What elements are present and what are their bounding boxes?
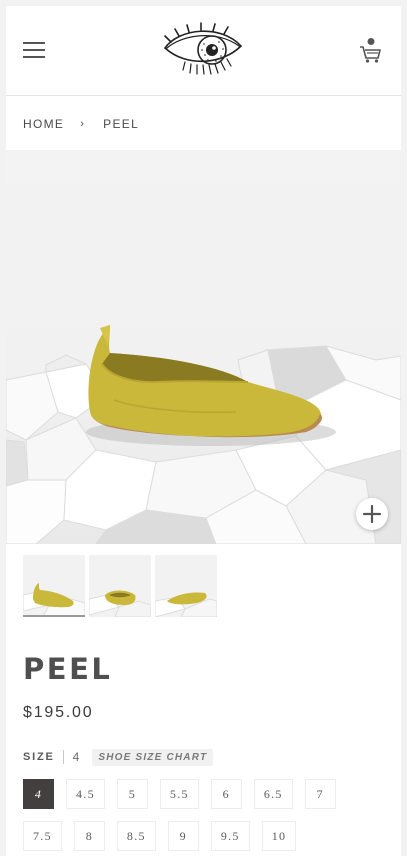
- size-selected-value: 4: [72, 750, 80, 764]
- product-price: $195.00: [23, 704, 94, 721]
- thumbnail-strip: [23, 555, 217, 617]
- size-option[interactable]: 9.5: [210, 821, 250, 851]
- thumbnail-3[interactable]: [155, 555, 217, 617]
- size-option[interactable]: 8.5: [116, 821, 156, 851]
- size-option[interactable]: 6.5: [253, 779, 293, 809]
- size-option[interactable]: 7.5: [23, 821, 62, 851]
- shopping-cart-icon[interactable]: [358, 38, 382, 64]
- breadcrumb-separator: ›: [80, 118, 86, 130]
- eye-logo-icon[interactable]: [161, 22, 247, 78]
- size-option[interactable]: 5.5: [159, 779, 199, 809]
- thumbnail-1[interactable]: [23, 555, 85, 617]
- size-option[interactable]: 5: [116, 779, 148, 809]
- size-divider: [62, 750, 64, 764]
- zoom-button[interactable]: [356, 498, 388, 530]
- size-option[interactable]: 10: [261, 821, 297, 851]
- thumbnail-2[interactable]: [89, 555, 151, 617]
- hamburger-menu-icon[interactable]: [23, 42, 45, 58]
- product-title: PEEL: [23, 652, 113, 686]
- product-page: HOME › PEEL PEEL $195.00 SIZE 4 SHOE SIZ…: [6, 6, 401, 856]
- size-option[interactable]: 4: [23, 779, 54, 809]
- size-option[interactable]: 7: [304, 779, 336, 809]
- size-option[interactable]: 8: [73, 821, 105, 851]
- size-option[interactable]: 4.5: [66, 779, 105, 809]
- breadcrumb-home-link[interactable]: HOME: [23, 117, 64, 131]
- breadcrumb-current: PEEL: [103, 117, 140, 131]
- product-main-image[interactable]: [6, 150, 401, 544]
- size-option[interactable]: 9: [167, 821, 199, 851]
- size-header: SIZE 4 SHOE SIZE CHART: [23, 748, 214, 766]
- size-option[interactable]: 6: [210, 779, 242, 809]
- plus-icon: [362, 504, 382, 524]
- breadcrumb: HOME › PEEL: [23, 116, 139, 132]
- shoe-size-chart-link[interactable]: SHOE SIZE CHART: [92, 748, 214, 766]
- size-options: 4 4.5 5 5.5 6 6.5 7 7.5 8 8.5 9 9.5 10: [23, 779, 383, 851]
- size-label: SIZE: [23, 751, 55, 763]
- site-header: [6, 6, 401, 96]
